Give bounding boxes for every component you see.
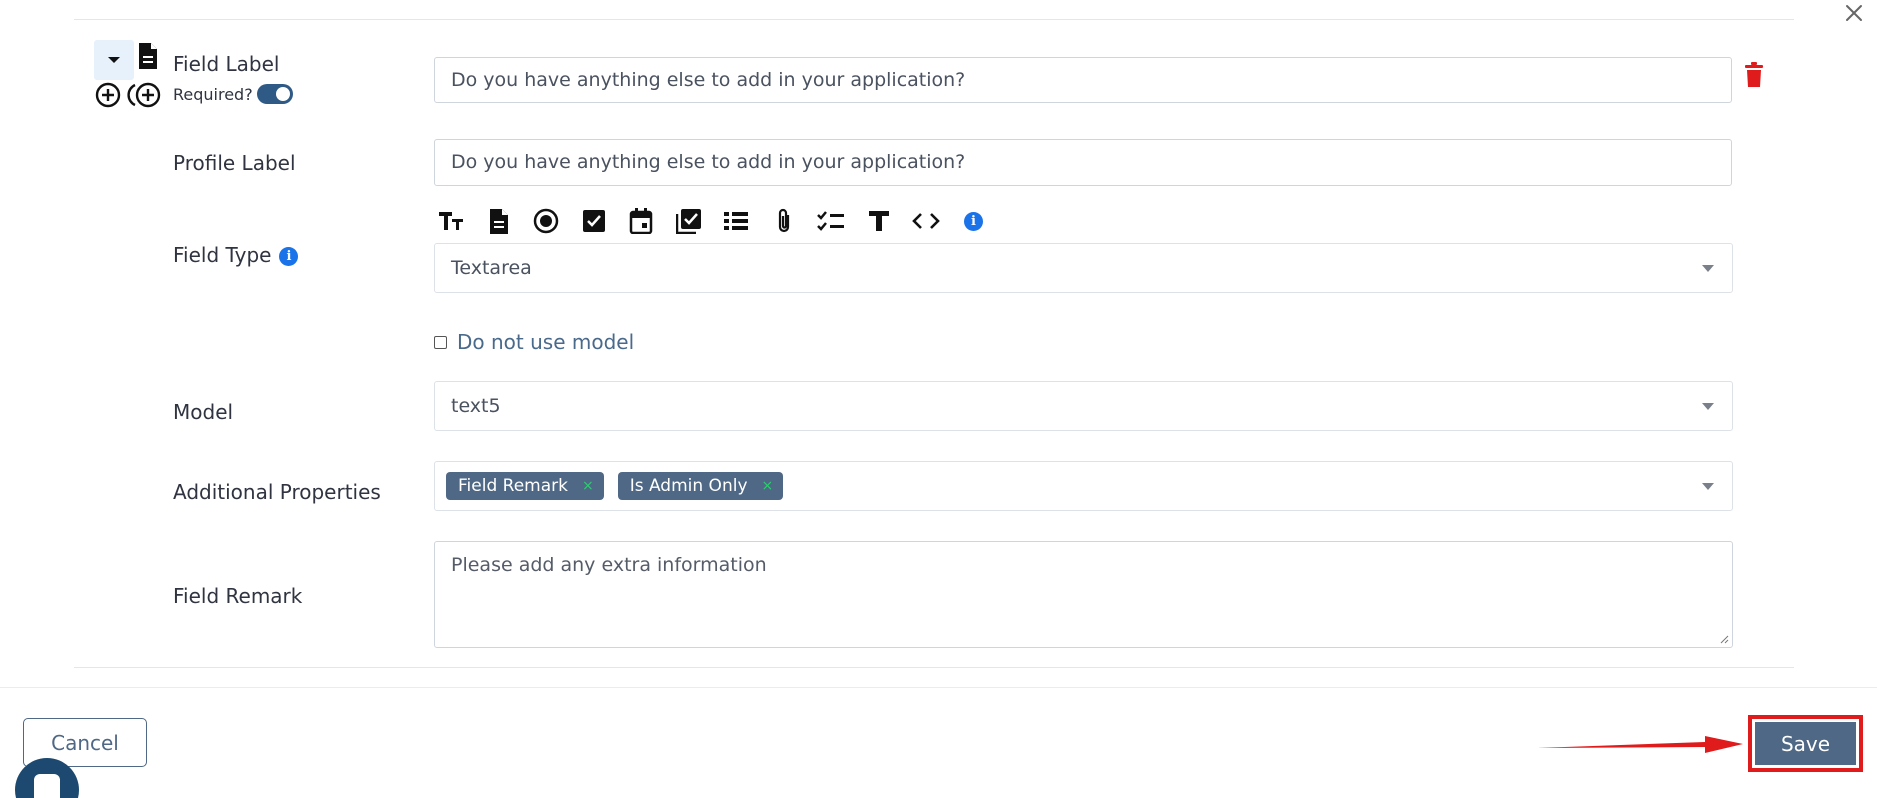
- info-badge: i: [964, 211, 983, 231]
- chip-field-remark: Field Remark ×: [446, 472, 604, 500]
- save-button[interactable]: Save: [1755, 722, 1856, 765]
- text-size-icon[interactable]: [436, 206, 466, 236]
- model-select[interactable]: text5: [434, 381, 1733, 431]
- field-remark-heading: Field Remark: [173, 584, 303, 608]
- field-type-toolbar: i: [436, 206, 1006, 236]
- document-icon[interactable]: [484, 206, 514, 236]
- calendar-icon[interactable]: [626, 206, 656, 236]
- required-toggle[interactable]: [257, 84, 293, 104]
- do-not-use-model-checkbox[interactable]: [434, 335, 447, 349]
- chat-bubble-inner: [34, 774, 60, 798]
- field-type-select[interactable]: Textarea: [434, 243, 1733, 293]
- chevron-down-icon: [1702, 403, 1714, 410]
- document-icon: [139, 43, 157, 69]
- model-value: text5: [451, 395, 501, 417]
- additional-properties-heading: Additional Properties: [173, 480, 381, 504]
- collapse-toggle-button[interactable]: [94, 40, 134, 80]
- text-icon[interactable]: [864, 206, 894, 236]
- section-divider: [74, 667, 1794, 668]
- remove-chip-icon[interactable]: ×: [762, 462, 774, 510]
- profile-label-input[interactable]: Do you have anything else to add in your…: [434, 139, 1732, 186]
- field-type-heading: Field Type i: [173, 243, 299, 267]
- task-list-icon[interactable]: [816, 206, 846, 236]
- chip-label: Field Remark: [458, 476, 568, 496]
- form-field-editor-page: Field Label Required? Do you have anythi…: [0, 0, 1877, 798]
- info-icon[interactable]: i: [959, 206, 989, 236]
- chip-label: Is Admin Only: [629, 476, 748, 496]
- radio-icon[interactable]: [531, 206, 561, 236]
- top-divider: [74, 19, 1794, 20]
- attachment-icon[interactable]: [769, 206, 799, 236]
- field-remark-placeholder: Please add any extra information: [451, 554, 767, 576]
- field-remark-textarea[interactable]: Please add any extra information: [434, 541, 1733, 648]
- footer-divider: [0, 687, 1877, 688]
- additional-properties-select[interactable]: Field Remark × Is Admin Only ×: [434, 461, 1733, 511]
- required-label: Required?: [173, 85, 253, 104]
- field-label-input[interactable]: Do you have anything else to add in your…: [434, 57, 1732, 103]
- checklist-icon[interactable]: [674, 206, 704, 236]
- do-not-use-model-option[interactable]: Do not use model: [434, 330, 634, 354]
- field-type-value: Textarea: [451, 257, 532, 279]
- property-chips: Field Remark × Is Admin Only ×: [435, 462, 1732, 510]
- list-icon[interactable]: [721, 206, 751, 236]
- do-not-use-model-label: Do not use model: [457, 330, 635, 354]
- chevron-down-icon: [1702, 265, 1714, 272]
- add-nested-icon[interactable]: [127, 82, 161, 108]
- checkbox-icon[interactable]: [579, 206, 609, 236]
- field-label-heading: Field Label: [173, 52, 280, 76]
- caret-down-icon: [108, 57, 120, 63]
- resize-grip-icon[interactable]: [1720, 635, 1729, 644]
- field-type-info-icon[interactable]: i: [279, 247, 299, 266]
- remove-chip-icon[interactable]: ×: [582, 462, 594, 510]
- toggle-knob: [276, 87, 290, 101]
- code-icon[interactable]: [911, 206, 941, 236]
- add-circle-icon[interactable]: [95, 82, 121, 108]
- chip-is-admin-only: Is Admin Only ×: [617, 472, 784, 500]
- trash-icon[interactable]: [1743, 62, 1765, 88]
- profile-label-heading: Profile Label: [173, 151, 296, 175]
- model-heading: Model: [173, 400, 234, 424]
- close-icon[interactable]: [1841, 0, 1867, 26]
- annotation-arrow-icon: [1537, 736, 1743, 753]
- chevron-down-icon: [1702, 483, 1714, 490]
- field-type-label: Field Type: [173, 243, 272, 267]
